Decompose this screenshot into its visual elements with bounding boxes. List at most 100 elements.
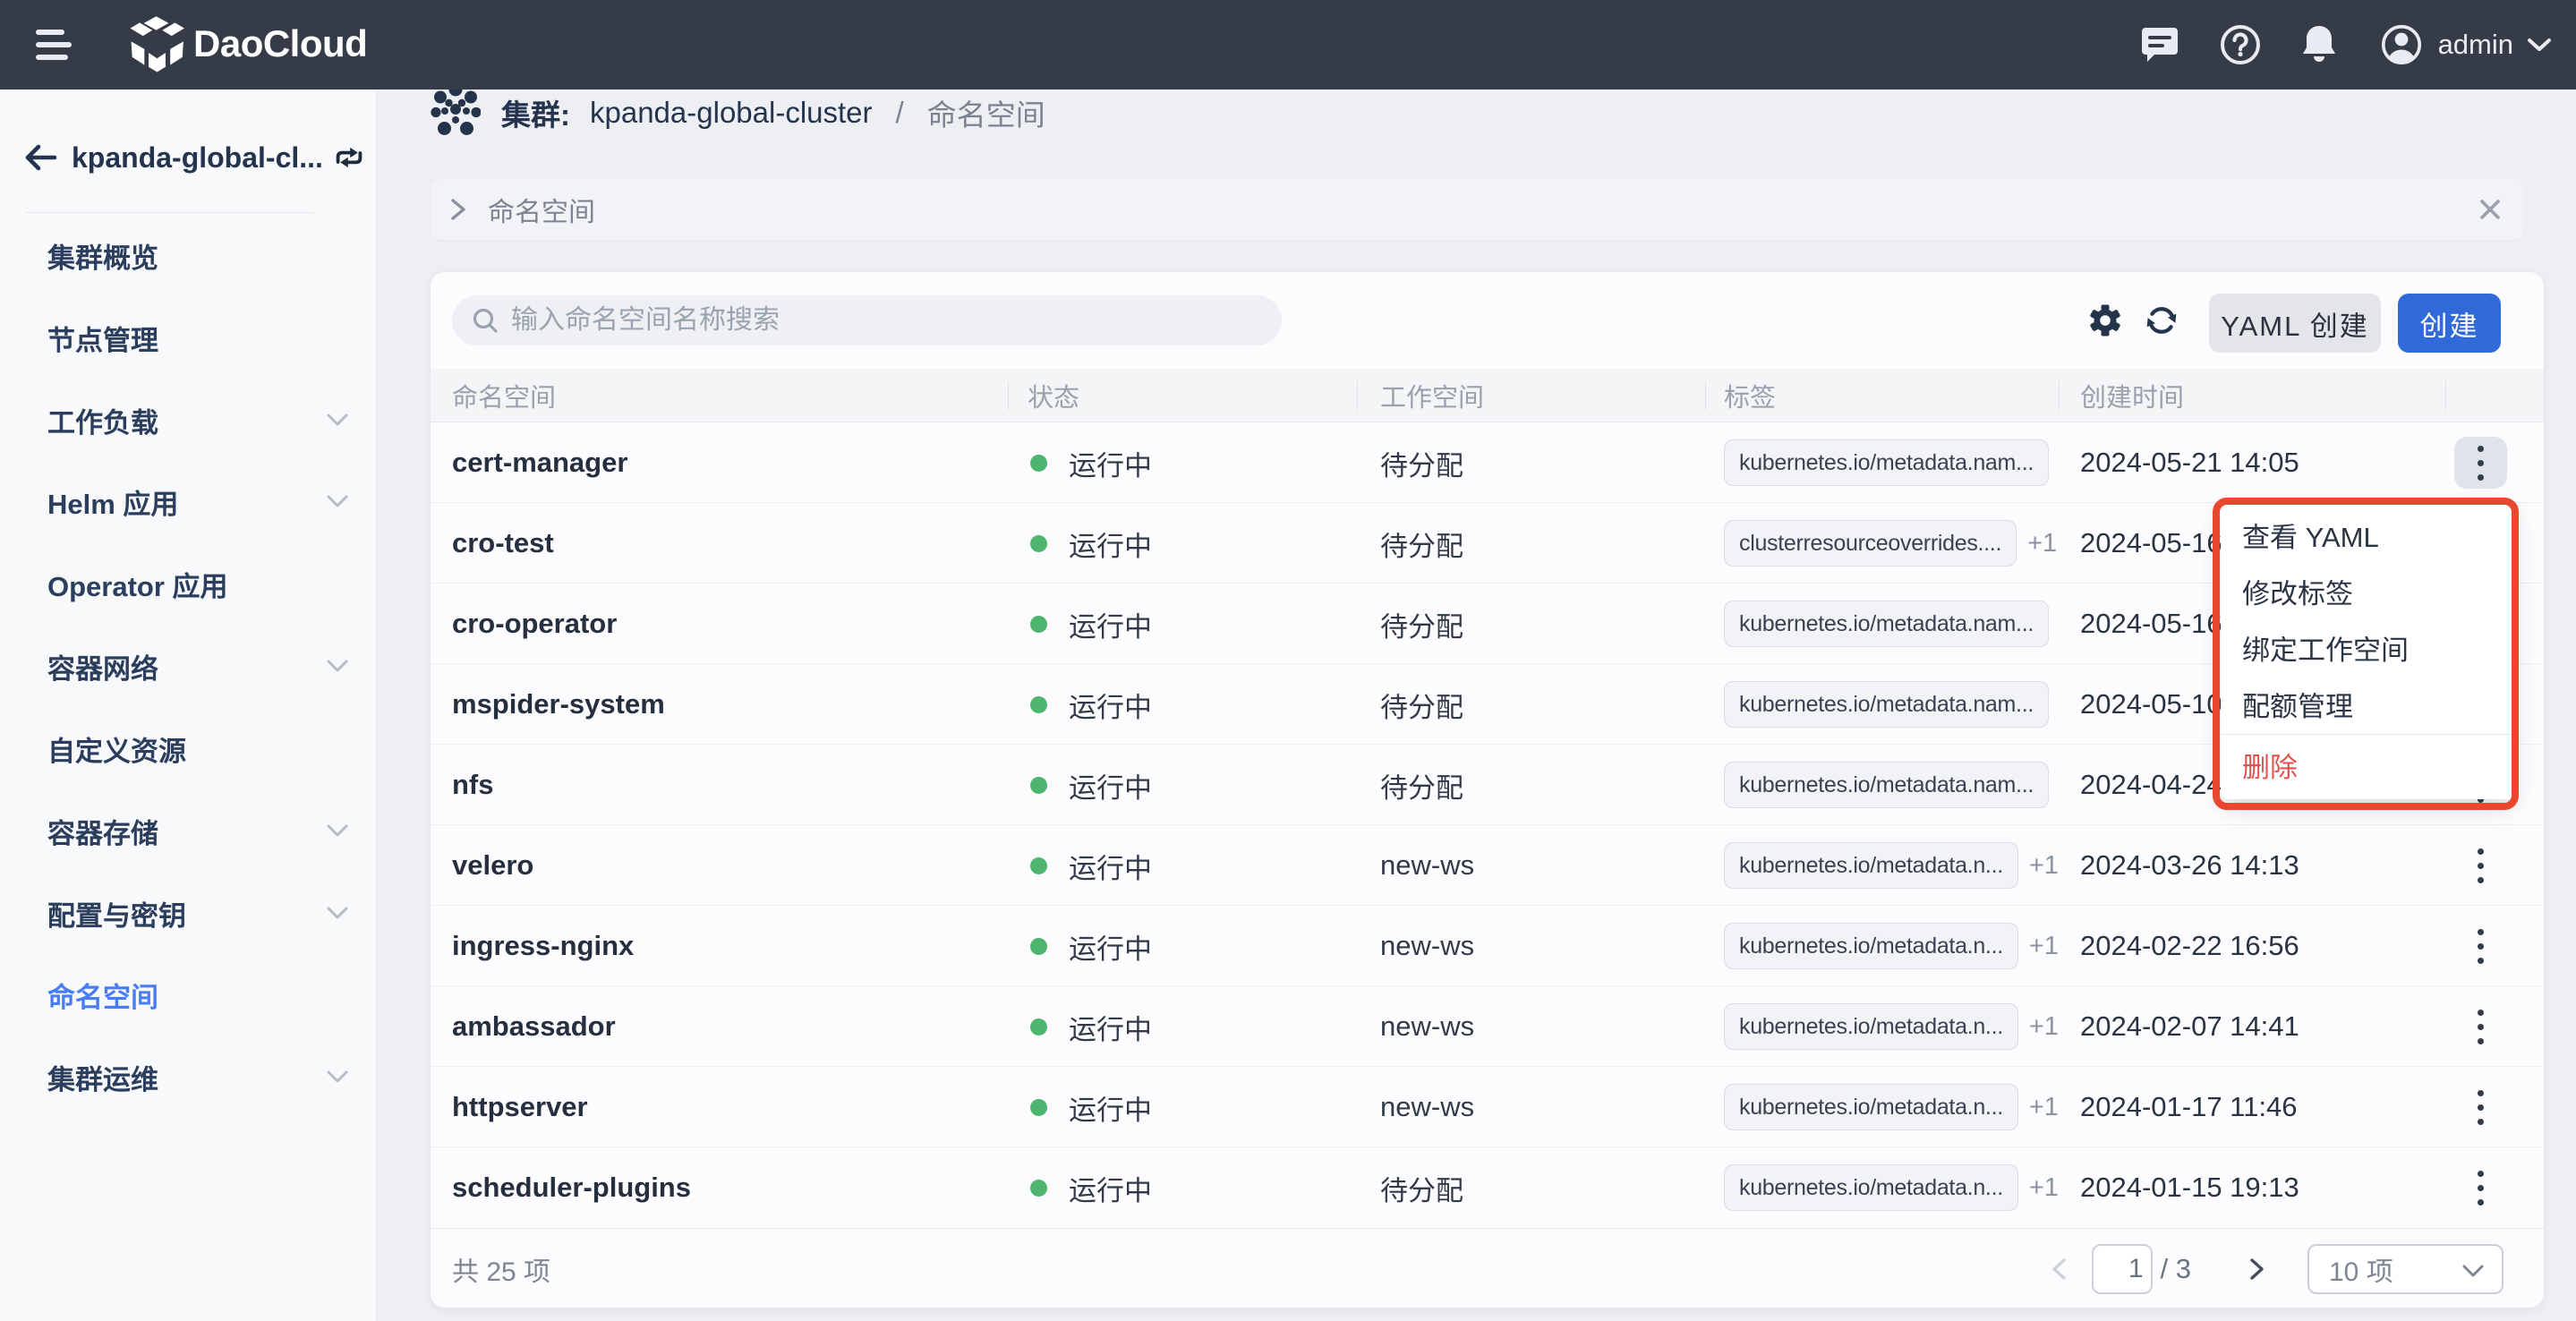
label-chip[interactable]: kubernetes.io/metadata.nam... <box>1724 681 2049 728</box>
close-icon[interactable] <box>2476 195 2504 224</box>
prev-page-icon[interactable] <box>2048 1257 2071 1281</box>
cell-labels: kubernetes.io/metadata.nam... <box>1724 664 2049 745</box>
settings-gear-icon[interactable] <box>2087 303 2123 338</box>
cell-namespace[interactable]: ambassador <box>452 986 616 1067</box>
cell-created: 2024-05-21 14:05 <box>2080 422 2299 503</box>
row-actions-kebab[interactable] <box>2454 920 2507 972</box>
cell-workspace: 待分配 <box>1380 422 1463 503</box>
cell-namespace[interactable]: velero <box>452 825 533 906</box>
breadcrumb-cluster-label: 集群: <box>501 91 570 134</box>
yaml-create-button[interactable]: YAML 创建 <box>2209 294 2381 353</box>
refresh-icon[interactable] <box>2144 303 2179 338</box>
cell-namespace[interactable]: cro-operator <box>452 584 617 664</box>
cell-actions <box>2438 1147 2522 1228</box>
menu-item-view-yaml[interactable]: 查看 YAML <box>2221 507 2513 563</box>
kebab-dots-icon <box>2478 929 2484 964</box>
sidebar: kpanda-global-cl... 集群概览 节点管理 工作负载 Helm … <box>0 89 377 1321</box>
notification-bell-icon[interactable] <box>2299 24 2340 65</box>
label-chip[interactable]: kubernetes.io/metadata.n... <box>1724 842 2018 889</box>
breadcrumb-cluster-name[interactable]: kpanda-global-cluster <box>590 96 873 130</box>
sidebar-item-cluster-overview[interactable]: 集群概览 <box>0 214 377 296</box>
row-actions-kebab[interactable] <box>2454 1001 2507 1053</box>
label-chip[interactable]: clusterresourceoverrides.... <box>1724 520 2017 567</box>
label-more-count[interactable]: +1 <box>2029 932 2059 961</box>
table-row: ambassador 运行中 new-ws kubernetes.io/meta… <box>431 986 2544 1067</box>
kebab-dots-icon <box>2478 1090 2484 1125</box>
cell-actions <box>2438 906 2522 986</box>
menu-toggle-icon[interactable] <box>36 28 72 62</box>
chevron-down-icon <box>327 660 348 672</box>
search-input[interactable] <box>511 305 1227 336</box>
cell-namespace[interactable]: ingress-nginx <box>452 906 634 986</box>
label-chip[interactable]: kubernetes.io/metadata.n... <box>1724 1003 2018 1050</box>
pagination: / 3 10 项 <box>2048 1229 2503 1308</box>
cell-namespace[interactable]: mspider-system <box>452 664 665 745</box>
cell-namespace[interactable]: nfs <box>452 745 494 825</box>
row-actions-kebab[interactable] <box>2454 437 2507 489</box>
search-icon <box>472 307 499 334</box>
sidebar-item-container-storage[interactable]: 容器存储 <box>0 789 377 872</box>
row-actions-kebab[interactable] <box>2454 839 2507 891</box>
sidebar-item-custom-resources[interactable]: 自定义资源 <box>0 707 377 789</box>
cell-workspace: new-ws <box>1380 986 1474 1067</box>
label-chip[interactable]: kubernetes.io/metadata.nam... <box>1724 762 2049 808</box>
sidebar-item-node-management[interactable]: 节点管理 <box>0 296 377 379</box>
next-page-icon[interactable] <box>2245 1257 2268 1281</box>
back-arrow-icon[interactable] <box>25 144 57 171</box>
table-row: ingress-nginx 运行中 new-ws kubernetes.io/m… <box>431 906 2544 986</box>
select-chevron-down-icon <box>2462 1265 2484 1277</box>
cell-namespace[interactable]: cert-manager <box>452 422 627 503</box>
cell-labels: kubernetes.io/metadata.n... +1 <box>1724 986 2059 1067</box>
sidebar-item-helm-apps[interactable]: Helm 应用 <box>0 460 377 542</box>
daocloud-logo-icon <box>120 7 195 81</box>
sidebar-item-container-network[interactable]: 容器网络 <box>0 625 377 707</box>
avatar[interactable] <box>2381 24 2422 65</box>
row-actions-kebab[interactable] <box>2454 1162 2507 1214</box>
sidebar-item-cluster-ops[interactable]: 集群运维 <box>0 1035 377 1118</box>
label-chip[interactable]: kubernetes.io/metadata.n... <box>1724 923 2018 969</box>
cell-status: 运行中 <box>1030 825 1152 906</box>
page-input[interactable] <box>2092 1244 2153 1294</box>
label-chip[interactable]: kubernetes.io/metadata.n... <box>1724 1164 2018 1211</box>
status-dot <box>1030 938 1047 955</box>
user-chevron-down-icon[interactable] <box>2519 24 2560 65</box>
row-actions-kebab[interactable] <box>2454 1081 2507 1133</box>
brand-name: DaoCloud <box>193 22 367 65</box>
switch-cluster-icon[interactable] <box>336 145 363 170</box>
kebab-dots-icon <box>2478 446 2484 481</box>
cluster-icon <box>431 87 481 137</box>
sidebar-cluster-name[interactable]: kpanda-global-cl... <box>72 141 323 175</box>
label-more-count[interactable]: +1 <box>2029 1012 2059 1042</box>
username[interactable]: admin <box>2438 29 2513 61</box>
label-chip[interactable]: kubernetes.io/metadata.n... <box>1724 1084 2018 1130</box>
sidebar-item-config-secrets[interactable]: 配置与密钥 <box>0 872 377 954</box>
status-text: 运行中 <box>1069 1007 1152 1047</box>
label-more-count[interactable]: +1 <box>2029 1093 2059 1122</box>
menu-item-quota[interactable]: 配额管理 <box>2221 676 2513 732</box>
menu-item-delete[interactable]: 删除 <box>2221 737 2513 793</box>
label-more-count[interactable]: +1 <box>2029 851 2059 881</box>
menu-item-edit-labels[interactable]: 修改标签 <box>2221 563 2513 619</box>
cell-namespace[interactable]: scheduler-plugins <box>452 1147 691 1228</box>
brand[interactable]: DaoCloud <box>120 7 367 81</box>
chevron-down-icon <box>327 907 348 919</box>
chevron-down-icon <box>327 1070 348 1083</box>
label-more-count[interactable]: +1 <box>2027 529 2057 558</box>
cell-status: 运行中 <box>1030 745 1152 825</box>
chat-icon[interactable] <box>2139 24 2180 65</box>
label-more-count[interactable]: +1 <box>2029 1173 2059 1203</box>
chevron-right-icon[interactable] <box>450 198 466 221</box>
help-icon[interactable] <box>2220 24 2261 65</box>
page-size-select[interactable]: 10 项 <box>2307 1244 2503 1294</box>
menu-item-bind-workspace[interactable]: 绑定工作空间 <box>2221 619 2513 676</box>
cell-labels: kubernetes.io/metadata.n... +1 <box>1724 1067 2059 1147</box>
sidebar-item-operator-apps[interactable]: Operator 应用 <box>0 542 377 625</box>
cell-namespace[interactable]: httpserver <box>452 1067 588 1147</box>
sidebar-item-namespaces[interactable]: 命名空间 <box>0 953 377 1035</box>
cell-namespace[interactable]: cro-test <box>452 503 554 584</box>
create-button[interactable]: 创建 <box>2398 294 2501 353</box>
label-chip[interactable]: kubernetes.io/metadata.nam... <box>1724 601 2049 647</box>
sidebar-item-workloads[interactable]: 工作负载 <box>0 379 377 461</box>
label-chip[interactable]: kubernetes.io/metadata.nam... <box>1724 439 2049 486</box>
cell-created: 2024-01-17 11:46 <box>2080 1067 2297 1147</box>
